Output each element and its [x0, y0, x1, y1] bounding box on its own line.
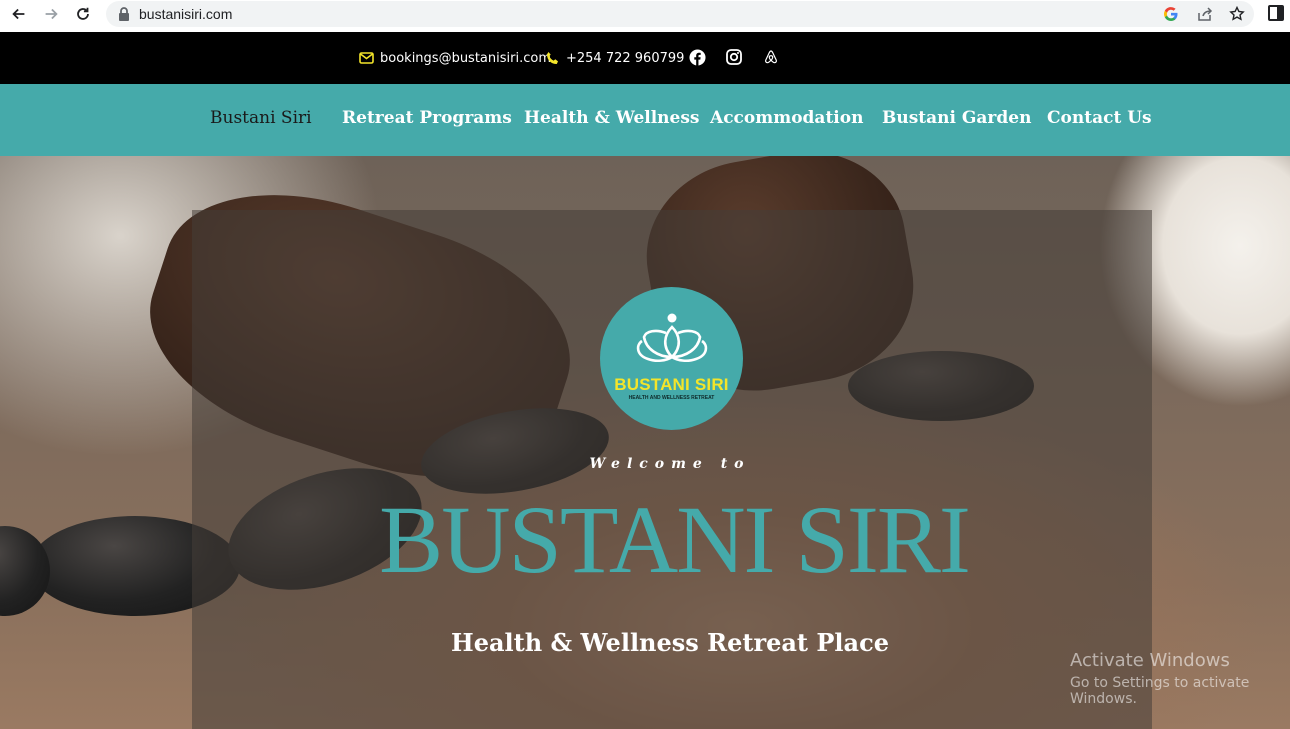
nav-item-bustani-siri[interactable]: Bustani Siri	[210, 108, 312, 128]
logo-brand-text: BUSTANI SIRI	[614, 375, 729, 394]
nav-item-contact-us[interactable]: Contact Us	[1047, 108, 1152, 128]
main-navigation: Bustani Siri Retreat Programs Health & W…	[0, 84, 1290, 156]
email-link[interactable]: bookings@bustanisiri.com	[359, 32, 551, 84]
nav-item-health-wellness[interactable]: Health & Wellness	[524, 108, 700, 128]
facebook-icon[interactable]	[689, 49, 707, 67]
hero-welcome: Welcome to	[589, 456, 751, 472]
watermark-line-2: Go to Settings to activate Windows.	[1070, 675, 1250, 707]
phone-icon	[547, 51, 558, 64]
nav-item-retreat-programs[interactable]: Retreat Programs	[342, 108, 512, 128]
contact-bar: bookings@bustanisiri.com +254 722 960799	[0, 32, 1290, 84]
reload-button[interactable]	[72, 3, 94, 25]
phone-link[interactable]: +254 722 960799	[545, 32, 684, 84]
address-bar[interactable]: bustanisiri.com	[106, 1, 1254, 27]
airbnb-icon[interactable]	[763, 49, 781, 67]
nav-item-accommodation[interactable]: Accommodation	[710, 108, 863, 128]
bookmark-star-icon[interactable]	[1228, 5, 1246, 23]
instagram-icon[interactable]	[726, 49, 744, 67]
hero-title: BUSTANI SIRI	[379, 486, 971, 593]
reload-icon	[77, 7, 89, 20]
watermark-line-1: Activate Windows	[1070, 650, 1230, 671]
url-text: bustanisiri.com	[139, 6, 233, 22]
forward-button[interactable]	[40, 3, 62, 25]
hero-section: BUSTANI SIRI HEALTH AND WELLNESS RETREAT…	[0, 156, 1290, 729]
lotus-logo-icon	[636, 313, 708, 363]
browser-toolbar: bustanisiri.com	[0, 0, 1290, 32]
nav-item-bustani-garden[interactable]: Bustani Garden	[882, 108, 1031, 128]
share-icon[interactable]	[1196, 5, 1214, 23]
back-button[interactable]	[8, 3, 30, 25]
phone-text: +254 722 960799	[566, 50, 685, 66]
hero-subtitle: Health & Wellness Retreat Place	[451, 628, 889, 657]
side-panel-icon[interactable]	[1268, 5, 1284, 21]
google-icon[interactable]	[1162, 5, 1180, 23]
envelope-icon	[359, 52, 374, 64]
windows-activation-watermark: Activate Windows Go to Settings to activ…	[1070, 650, 1290, 707]
email-text: bookings@bustanisiri.com	[380, 50, 551, 66]
logo-tagline: HEALTH AND WELLNESS RETREAT	[628, 395, 715, 401]
lock-icon	[119, 7, 129, 21]
site-logo[interactable]: BUSTANI SIRI HEALTH AND WELLNESS RETREAT	[600, 287, 743, 430]
background-stone	[0, 526, 50, 616]
arrow-left-icon	[12, 8, 25, 20]
arrow-right-icon	[45, 8, 58, 20]
